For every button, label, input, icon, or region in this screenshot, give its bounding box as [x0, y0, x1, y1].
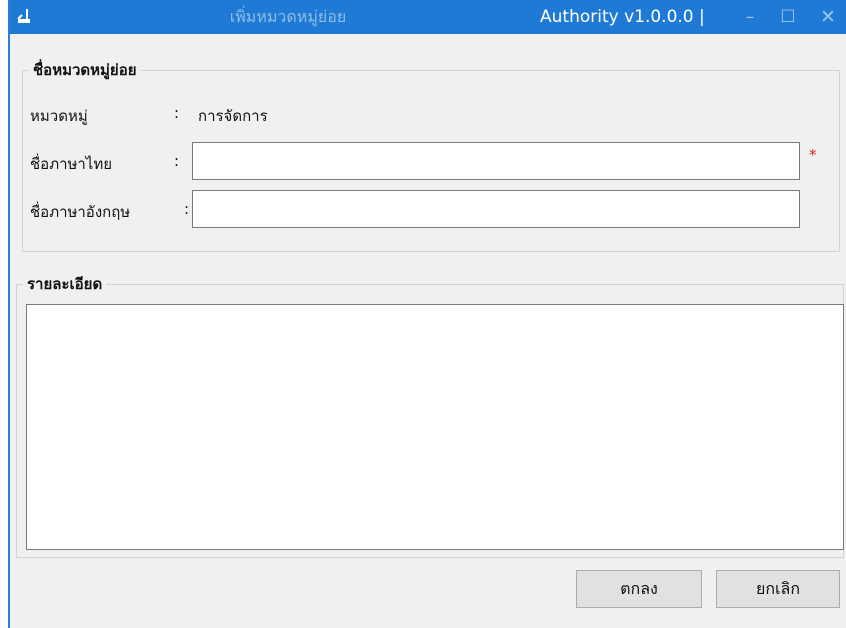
cancel-button[interactable]: ยกเลิก [716, 570, 840, 608]
category-colon: : [174, 104, 180, 122]
window-left-border [8, 0, 10, 628]
english-name-input[interactable] [192, 190, 800, 228]
maximize-button[interactable]: ☐ [774, 0, 802, 34]
thai-name-colon: : [174, 152, 180, 170]
window-title: เพิ่มหมวดหมู่ย่อย [229, 7, 347, 26]
category-label: หมวดหมู่ [30, 107, 88, 125]
english-name-label: ชื่อภาษาอังกฤษ [30, 203, 131, 221]
title-bar[interactable]: เพิ่มหมวดหมู่ย่อย Authority v1.0.0.0 | –… [8, 0, 846, 34]
category-value: การจัดการ [198, 107, 268, 125]
detail-textarea[interactable] [26, 304, 844, 550]
required-marker: * [809, 146, 817, 164]
minimize-button[interactable]: – [736, 0, 764, 34]
thai-name-label: ชื่อภาษาไทย [30, 155, 113, 173]
app-version: Authority v1.0.0.0 | [540, 7, 705, 27]
detail-legend: รายละเอียด [27, 275, 103, 293]
thai-name-input[interactable] [192, 142, 800, 180]
english-name-colon: : [184, 200, 190, 218]
ok-button[interactable]: ตกลง [576, 570, 702, 608]
dialog-window: เพิ่มหมวดหมู่ย่อย Authority v1.0.0.0 | –… [8, 0, 846, 628]
close-button[interactable]: ✕ [814, 0, 842, 34]
subcategory-name-legend: ชื่อหมวดหมู่ย่อย [33, 61, 137, 79]
